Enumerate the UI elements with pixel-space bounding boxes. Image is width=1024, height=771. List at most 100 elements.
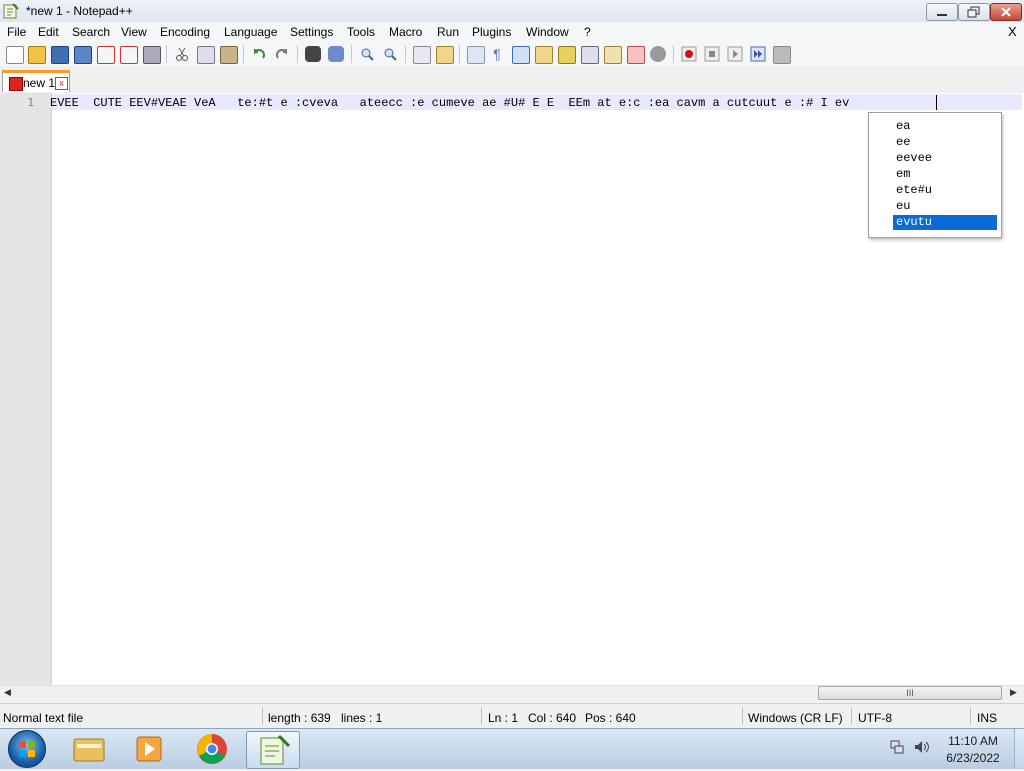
menu-search[interactable]: Search	[72, 25, 110, 39]
taskbar-media-player[interactable]	[122, 731, 174, 767]
toolbar-separator	[459, 45, 460, 63]
play-icon	[727, 46, 743, 62]
autocomplete-item[interactable]: ea	[893, 119, 997, 134]
redo-icon[interactable]	[274, 46, 290, 62]
toolbar-separator	[405, 45, 406, 63]
tab-new-1[interactable]: new 1 x	[2, 70, 70, 92]
clock-date[interactable]: 6/23/2022	[935, 751, 1011, 765]
new-file-icon[interactable]	[6, 46, 24, 64]
show-desktop-button[interactable]	[1014, 729, 1024, 768]
sync-vertical-icon[interactable]	[413, 46, 431, 64]
menu-settings[interactable]: Settings	[290, 25, 333, 39]
save-all-icon[interactable]	[74, 46, 92, 64]
editor-line-text[interactable]: EVEE CUTE EEV#VEAE VeA te:#t e :cveva at…	[50, 96, 1020, 110]
tab-close-icon[interactable]: x	[55, 77, 68, 90]
scrollbar-thumb[interactable]: III	[818, 686, 1002, 700]
line-number: 1	[27, 96, 34, 109]
save-icon[interactable]	[51, 46, 69, 64]
clock-time[interactable]: 11:10 AM	[935, 734, 1011, 748]
stop-record-icon[interactable]	[704, 46, 720, 62]
status-encoding: UTF-8	[858, 711, 892, 725]
close-document-button[interactable]: X	[1008, 24, 1017, 39]
unsaved-file-icon	[9, 77, 23, 91]
tab-bar	[0, 66, 1024, 94]
play-macro-icon[interactable]	[727, 46, 743, 62]
menu-encoding[interactable]: Encoding	[160, 25, 210, 39]
network-icon[interactable]	[890, 740, 904, 754]
zoom-in-icon[interactable]	[359, 46, 375, 62]
menu-plugins[interactable]: Plugins	[472, 25, 511, 39]
print-icon[interactable]	[143, 46, 161, 64]
redo-arrow-icon	[276, 49, 287, 59]
status-length: length : 639	[268, 711, 331, 725]
indent-guide-icon[interactable]	[512, 46, 530, 64]
menu-file[interactable]: File	[7, 25, 26, 39]
find-icon[interactable]	[305, 46, 321, 62]
menu-view[interactable]: View	[121, 25, 147, 39]
autocomplete-item-selected[interactable]: evutu	[893, 215, 997, 230]
monitoring-icon[interactable]	[604, 46, 622, 64]
status-mode: INS	[977, 711, 998, 725]
menu-tools[interactable]: Tools	[347, 25, 375, 39]
volume-icon[interactable]	[914, 740, 930, 754]
stop-icon	[704, 46, 720, 62]
taskbar-notepad-plus-plus[interactable]	[246, 731, 300, 769]
status-separator	[851, 707, 852, 725]
copy-icon[interactable]	[197, 46, 215, 64]
doc-map-icon[interactable]	[535, 46, 553, 64]
zoom-out-icon[interactable]	[382, 46, 398, 62]
restore-icon	[967, 6, 980, 18]
menu-help[interactable]: ?	[584, 25, 591, 39]
close-icon[interactable]	[97, 46, 115, 64]
run-macro-multiple-icon[interactable]	[750, 46, 766, 62]
minimize-button[interactable]	[926, 3, 958, 21]
notepad-plus-plus-icon	[3, 3, 19, 19]
record-macro-icon[interactable]	[681, 46, 697, 62]
show-all-chars-icon[interactable]: ¶	[489, 46, 505, 62]
scroll-left-arrow-icon[interactable]: ◀	[4, 687, 11, 698]
status-pos: Pos : 640	[585, 711, 636, 725]
autocomplete-item[interactable]: eevee	[893, 151, 997, 166]
lang-icon[interactable]	[650, 46, 666, 62]
status-file-type: Normal text file	[3, 711, 84, 725]
close-all-icon[interactable]	[120, 46, 138, 64]
save-macro-icon[interactable]	[773, 46, 791, 64]
cut-icon[interactable]	[174, 46, 190, 62]
sync-horizontal-icon[interactable]	[436, 46, 454, 64]
folder-workspace-icon[interactable]	[581, 46, 599, 64]
menu-edit[interactable]: Edit	[38, 25, 59, 39]
word-wrap-icon[interactable]	[467, 46, 485, 64]
function-list-icon[interactable]	[558, 46, 576, 64]
status-col: Col : 640	[528, 711, 577, 725]
menu-window[interactable]: Window	[526, 25, 569, 39]
menu-run[interactable]: Run	[437, 25, 459, 39]
paste-icon[interactable]	[220, 46, 238, 64]
restore-button[interactable]	[958, 3, 990, 21]
autocomplete-item[interactable]: eu	[893, 199, 997, 214]
autocomplete-item[interactable]: em	[893, 167, 997, 182]
start-button[interactable]	[8, 730, 46, 768]
doc-switcher-icon[interactable]	[627, 46, 645, 64]
undo-icon[interactable]	[251, 46, 267, 62]
autocomplete-item[interactable]: ete#u	[893, 183, 997, 198]
replace-icon[interactable]	[328, 46, 344, 62]
taskbar-chrome[interactable]	[186, 731, 238, 767]
toolbar-separator	[351, 45, 352, 63]
fast-forward-icon	[750, 46, 766, 62]
toolbar-separator	[673, 45, 674, 63]
open-file-icon[interactable]	[28, 46, 46, 64]
menu-language[interactable]: Language	[224, 25, 277, 39]
notepad-plus-plus-icon	[260, 734, 291, 765]
autocomplete-list[interactable]: ea ee eevee em ete#u eu evutu	[868, 112, 1002, 238]
menu-macro[interactable]: Macro	[389, 25, 422, 39]
minimize-icon	[937, 14, 947, 16]
close-window-button[interactable]	[990, 3, 1022, 21]
record-icon	[681, 46, 697, 62]
line-number-gutter	[0, 93, 52, 685]
menu-bar: File Edit Search View Encoding Language …	[0, 22, 1024, 42]
undo-arrow-icon	[254, 49, 265, 59]
taskbar-explorer[interactable]	[62, 731, 114, 767]
status-lines: lines : 1	[341, 711, 383, 725]
scroll-right-arrow-icon[interactable]: ▶	[1010, 687, 1017, 698]
autocomplete-item[interactable]: ee	[893, 135, 997, 150]
